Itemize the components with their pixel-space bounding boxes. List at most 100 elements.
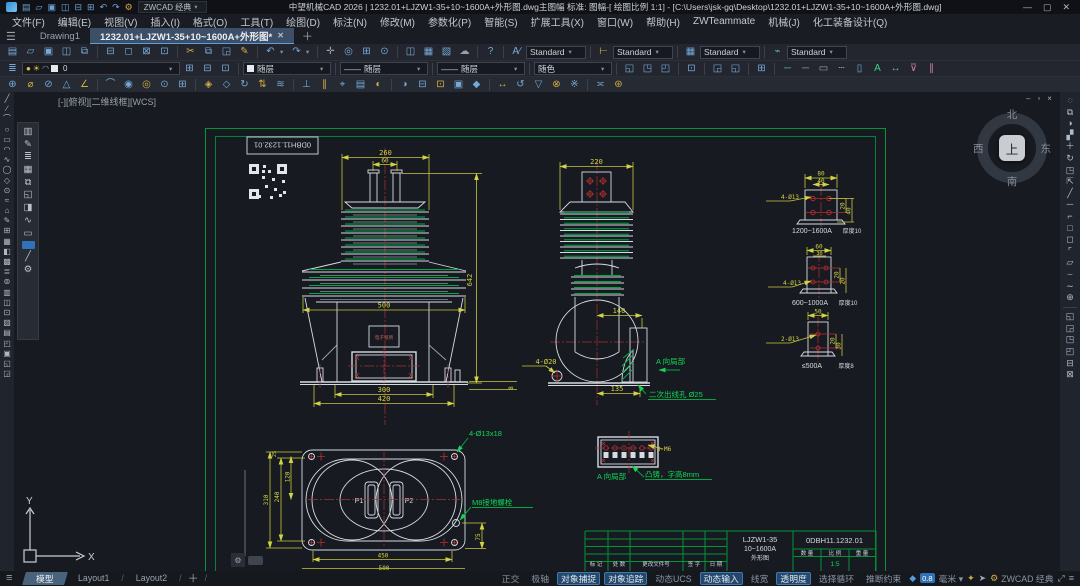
modify-tool-icon[interactable]: ＋	[1065, 142, 1074, 151]
mech-tool-icon[interactable]: ↻	[236, 78, 253, 92]
mech-tool-icon[interactable]: ≍	[592, 78, 609, 92]
mech-tool-icon[interactable]: ↺	[512, 78, 529, 92]
mech-tool-icon[interactable]: ⊞	[174, 78, 191, 92]
toggle-lineweight[interactable]: 线宽	[747, 572, 773, 585]
plot-icon[interactable]: ⊠	[138, 45, 155, 59]
mech-tool-icon[interactable]: ▽	[530, 78, 547, 92]
undo-icon[interactable]: ↶	[262, 45, 279, 59]
new-feature-icon[interactable]: ✦	[967, 573, 975, 584]
draw-tool-icon[interactable]: ∕	[6, 105, 7, 113]
layer-states-icon[interactable]: ⊡	[217, 62, 234, 76]
unit-display[interactable]: 毫米 ▾	[939, 572, 963, 585]
view-compass[interactable]: 北 南 西 东 上	[974, 110, 1050, 186]
toggle-polar[interactable]: 极轴	[527, 572, 553, 585]
mech-tool-icon[interactable]: ▤	[352, 78, 369, 92]
menu-draw[interactable]: 绘图(D)	[286, 14, 320, 29]
draw-tool-icon[interactable]: ◇	[4, 177, 10, 185]
text-tool-icon[interactable]: A	[869, 62, 886, 76]
table-style-combo[interactable]: Standard▾	[700, 46, 760, 59]
copy-icon[interactable]: ⧉	[200, 45, 217, 59]
menu-smart[interactable]: 智能(S)	[484, 14, 517, 29]
viewports-icon[interactable]: ◫	[402, 45, 419, 59]
doc-window-controls[interactable]: –▫×	[1026, 94, 1059, 103]
close-button[interactable]: ✕	[1062, 2, 1070, 13]
mech-palette-icon[interactable]: ∿	[24, 216, 32, 226]
mech-tool-icon[interactable]: ◇	[218, 78, 235, 92]
mech-palette-icon[interactable]: ⚙	[24, 265, 33, 275]
tab-layout1[interactable]: Layout1	[70, 573, 117, 583]
ai-assistant-icon[interactable]: ◆	[909, 573, 916, 584]
linetype-combo[interactable]: ——随层▾	[340, 62, 428, 75]
compass-south[interactable]: 南	[974, 174, 1050, 189]
draw-tool-icon[interactable]: ✎	[4, 217, 11, 225]
modify-tool-icon[interactable]: ⧉	[1067, 108, 1073, 117]
toggle-transparency[interactable]: 透明度	[776, 572, 810, 585]
draw-tool-icon[interactable]: ⊞	[4, 227, 11, 235]
xref-attach-icon[interactable]: ◲	[709, 62, 726, 76]
open-file-icon[interactable]: ▱	[36, 2, 43, 12]
mech-palette-icon[interactable]: ≣	[24, 152, 32, 162]
new-tab-button[interactable]: ＋	[302, 28, 313, 44]
dash-line-icon[interactable]: ─	[797, 62, 814, 76]
zoom-window-icon[interactable]: ⊞	[358, 45, 375, 59]
modify-tool-icon[interactable]: ↻	[1066, 154, 1074, 163]
zoom-previous-icon[interactable]: ⊙	[376, 45, 393, 59]
viewport-label[interactable]: [-][俯视][二维线框][WCS]	[58, 95, 156, 108]
draw-tool-icon[interactable]: ∿	[4, 156, 11, 164]
mech-tool-icon[interactable]: ◉	[120, 78, 137, 92]
pan-icon[interactable]: ✛	[322, 45, 339, 59]
mech-palette-icon[interactable]: ◨	[24, 203, 33, 213]
draw-tool-icon[interactable]: ▨	[3, 319, 11, 327]
mech-tool-icon[interactable]: ※	[566, 78, 583, 92]
tab-model[interactable]: 模型	[23, 572, 68, 585]
color-combo[interactable]: 随层▾	[243, 62, 331, 75]
cloud-icon[interactable]: ☁	[456, 45, 473, 59]
mech-palette-icon[interactable]: ▦	[24, 165, 33, 175]
line-tool-icon[interactable]: ─	[779, 62, 796, 76]
mech-tool-icon[interactable]: ⊛	[610, 78, 627, 92]
hidden-line-icon[interactable]: ┄	[833, 62, 850, 76]
open-icon[interactable]: ▱	[22, 45, 39, 59]
draw-tool-icon[interactable]: ◠	[4, 146, 11, 154]
draw-tool-icon[interactable]: ╱	[5, 95, 10, 103]
mech-tool-icon[interactable]: ⌖	[334, 78, 351, 92]
menu-chem-equipment[interactable]: 化工装备设计(Q)	[813, 14, 887, 29]
mech-tool-icon[interactable]: ◆	[468, 78, 485, 92]
draw-tool-icon[interactable]: ○	[5, 126, 10, 134]
toggle-infer-constraints[interactable]: 推断约束	[862, 572, 905, 585]
draworder-tool-icon[interactable]: ◱	[1066, 312, 1075, 321]
mech-tool-icon[interactable]: ⊘	[40, 78, 57, 92]
match-properties-icon[interactable]: ✎	[236, 45, 253, 59]
mech-tool-icon[interactable]: ◑	[396, 78, 413, 92]
draw-tool-icon[interactable]: ⊡	[4, 309, 11, 317]
toggle-selection-cycle[interactable]: 选择循环	[815, 572, 858, 585]
menu-insert[interactable]: 插入(I)	[150, 14, 179, 29]
compass-west[interactable]: 西	[973, 141, 984, 156]
doc-tab-drawing1[interactable]: Drawing1	[30, 29, 90, 44]
section-symbol-icon[interactable]: ∥	[923, 62, 940, 76]
menu-format[interactable]: 格式(O)	[193, 14, 227, 29]
modify-tool-icon[interactable]: ◌	[1067, 96, 1072, 105]
group-icon[interactable]: ⊡	[683, 62, 700, 76]
cut-icon[interactable]: ✂	[182, 45, 199, 59]
block-editor-icon[interactable]: ◱	[621, 62, 638, 76]
save-as-icon[interactable]: ◫	[61, 2, 70, 12]
draw-tool-icon[interactable]: ▭	[3, 136, 11, 144]
modify-tool-icon[interactable]: ⇱	[1066, 177, 1074, 186]
mech-palette-icon[interactable]: ⧉	[25, 178, 32, 188]
mech-tool-icon[interactable]: ⊟	[414, 78, 431, 92]
toggle-otrack[interactable]: 对象追踪	[604, 572, 647, 585]
draw-tool-icon[interactable]: ◱	[3, 360, 11, 368]
draw-tool-icon[interactable]: ▥	[3, 289, 11, 297]
compass-top-button[interactable]: 上	[999, 135, 1025, 161]
h-scrollbar[interactable]: ⚙	[231, 553, 263, 567]
fullscreen-icon[interactable]: ⤢	[1058, 573, 1065, 584]
workspace-status[interactable]: ⚙ ZWCAD 经典	[990, 572, 1053, 585]
redo-icon[interactable]: ↷	[288, 45, 305, 59]
paste-icon[interactable]: ◲	[218, 45, 235, 59]
mleader-style-combo[interactable]: Standard▾	[787, 46, 847, 59]
modify-tool-icon[interactable]: ▱	[1067, 258, 1074, 267]
rect-tool-icon[interactable]: ▭	[815, 62, 832, 76]
workspace-switcher[interactable]: ZWCAD 经典 ▾	[138, 1, 208, 13]
draworder-tool-icon[interactable]: ⊟	[1066, 359, 1074, 368]
